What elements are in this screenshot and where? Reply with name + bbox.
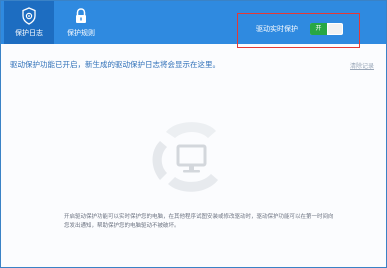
log-panel: 驱动保护功能已开启，新生成的驱动保护日志将会显示在这里。 清除记录 开启驱动保护…	[1, 44, 386, 267]
protected-computer-illustration	[152, 122, 218, 192]
tab-protection-log[interactable]: 保护日志	[4, 1, 54, 44]
driver-protection-window: 保护日志 保护规则 驱动实时保护 开 驱动保护功能已开启，新生成的驱动保护日志将…	[0, 0, 387, 268]
driver-protection-label: 驱动实时保护	[256, 25, 298, 33]
feature-description: 开启驱动保护功能可以实时保护您的电脑，在其他程序试图安装或修改驱动时，驱动保护功…	[64, 213, 364, 231]
lock-icon	[76, 8, 86, 23]
bottom-hand-shape	[168, 174, 218, 192]
left-hand-shape	[152, 141, 167, 180]
switch-knob	[328, 24, 342, 34]
description-line-2: 您发出通知，帮助保护您的电脑驱动不被破坏。	[64, 223, 180, 229]
driver-protection-switch[interactable]: 开	[310, 23, 343, 35]
shield-gear-icon	[22, 7, 36, 25]
monitor-icon	[176, 144, 207, 173]
tab-protection-rules[interactable]: 保护规则	[56, 1, 106, 44]
tab-protection-rules-label: 保护规则	[67, 29, 95, 37]
top-hand-shape	[166, 122, 216, 138]
description-line-1: 开启驱动保护功能可以实时保护您的电脑，在其他程序试图安装或修改驱动时，驱动保护功…	[64, 214, 334, 220]
clear-records-link[interactable]: 清除记录	[350, 61, 374, 70]
switch-on-state: 开	[310, 23, 327, 35]
tab-protection-log-label: 保护日志	[15, 29, 43, 37]
status-notice: 驱动保护功能已开启，新生成的驱动保护日志将会显示在这里。	[10, 60, 220, 69]
